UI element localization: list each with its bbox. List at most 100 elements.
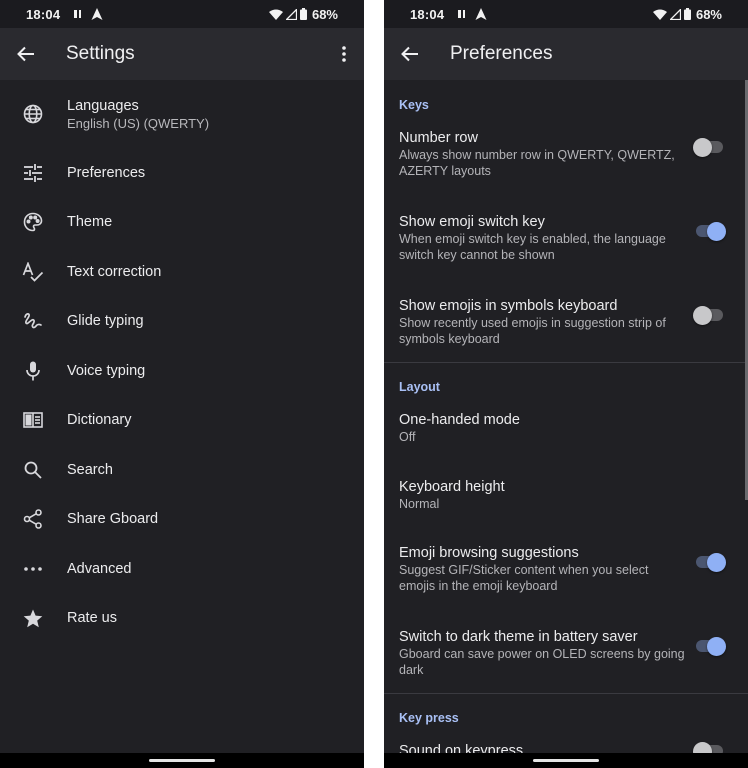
pref-summary: Normal — [399, 496, 440, 511]
number-row-toggle[interactable] — [693, 136, 723, 158]
settings-item-label: Rate us — [67, 610, 117, 627]
settings-item-label: Languages — [67, 97, 139, 114]
pause-icon — [74, 10, 82, 18]
settings-item-search[interactable]: Search — [0, 445, 364, 495]
settings-item-label: Advanced — [67, 560, 132, 577]
settings-item-rate-us[interactable]: Rate us — [0, 594, 364, 644]
page-title: Preferences — [450, 43, 553, 64]
pref-label: Sound on keypress — [399, 743, 524, 753]
section-divider — [384, 693, 748, 694]
spellcheck-icon — [21, 260, 45, 284]
wifi-icon — [268, 9, 283, 20]
navigation-arrow-icon — [475, 8, 487, 20]
pref-number-row[interactable]: Number row Always show number row in QWE… — [384, 130, 748, 179]
sound-on-keypress-toggle[interactable] — [693, 740, 723, 753]
pref-label: Number row — [399, 130, 478, 146]
settings-item-advanced[interactable]: Advanced — [0, 544, 364, 594]
pref-summary: Gboard can save power on OLED screens by… — [399, 647, 685, 677]
home-gesture-handle[interactable] — [149, 759, 215, 762]
more-options-button[interactable] — [324, 28, 364, 80]
settings-item-dictionary[interactable]: Dictionary — [0, 396, 364, 446]
status-bar: 18:04 68% — [384, 0, 748, 28]
settings-item-subtitle: English (US) (QWERTY) — [67, 115, 210, 131]
battery-icon — [683, 8, 691, 20]
more-horizontal-icon — [21, 557, 45, 581]
section-title-layout: Layout — [399, 380, 440, 394]
palette-icon — [21, 210, 45, 234]
section-title-key-press: Key press — [399, 711, 459, 725]
settings-item-label: Search — [67, 461, 113, 478]
emojis-in-symbols-toggle[interactable] — [693, 304, 723, 326]
gesture-icon — [21, 309, 45, 333]
settings-item-voice-typing[interactable]: Voice typing — [0, 346, 364, 396]
emoji-switch-key-toggle[interactable] — [693, 220, 726, 242]
settings-item-languages[interactable]: Languages English (US) (QWERTY) — [0, 80, 364, 148]
settings-item-label: Text correction — [67, 263, 162, 280]
pref-keyboard-height[interactable]: Keyboard height Normal — [384, 479, 748, 513]
settings-list: Languages English (US) (QWERTY) Preferen… — [0, 80, 364, 643]
pref-sound-on-keypress[interactable]: Sound on keypress — [384, 740, 748, 753]
pref-emoji-browsing-suggestions[interactable]: Emoji browsing suggestions Suggest GIF/S… — [384, 545, 748, 594]
pref-summary: Always show number row in QWERTY, QWERTZ… — [399, 148, 675, 178]
pref-summary: Off — [399, 430, 416, 444]
pref-one-handed-mode[interactable]: One-handed mode Off — [384, 412, 748, 446]
search-icon — [21, 458, 45, 482]
settings-item-label: Dictionary — [67, 412, 132, 429]
share-icon — [21, 507, 45, 531]
pref-label: Emoji browsing suggestions — [399, 545, 579, 561]
settings-item-label: Share Gboard — [67, 511, 159, 528]
system-navigation-bar — [384, 753, 748, 768]
wifi-icon — [652, 9, 667, 20]
settings-item-glide-typing[interactable]: Glide typing — [0, 297, 364, 347]
book-icon — [21, 408, 45, 432]
globe-icon — [21, 102, 45, 126]
status-time: 18:04 — [410, 6, 445, 22]
section-title-keys: Keys — [399, 98, 429, 112]
pref-label: Keyboard height — [399, 478, 505, 495]
pref-label: Switch to dark theme in battery saver — [399, 629, 638, 645]
system-navigation-bar — [0, 753, 364, 768]
settings-screen: 18:04 68% Settings Languages English (US… — [0, 0, 364, 768]
pref-label: Show emoji switch key — [399, 214, 545, 230]
pref-show-emoji-switch-key[interactable]: Show emoji switch key When emoji switch … — [384, 214, 748, 263]
app-bar: Settings — [0, 28, 364, 80]
cellular-signal-icon — [285, 8, 297, 20]
pref-label: One-handed mode — [399, 412, 520, 428]
navigation-arrow-icon — [91, 8, 103, 20]
battery-icon — [299, 8, 307, 20]
arrow-back-icon — [401, 46, 418, 62]
page-title: Settings — [66, 43, 135, 64]
microphone-icon — [21, 359, 45, 383]
preferences-screen: 18:04 68% Preferences Keys Number row Al… — [384, 0, 748, 768]
pref-dark-theme-battery-saver[interactable]: Switch to dark theme in battery saver Gb… — [384, 629, 748, 678]
star-icon — [21, 606, 45, 630]
pref-label: Show emojis in symbols keyboard — [399, 298, 618, 314]
settings-item-preferences[interactable]: Preferences — [0, 148, 364, 198]
back-button[interactable] — [384, 28, 436, 80]
pref-summary: Suggest GIF/Sticker content when you sel… — [399, 563, 649, 593]
pref-show-emojis-in-symbols[interactable]: Show emojis in symbols keyboard Show rec… — [384, 298, 748, 347]
settings-item-theme[interactable]: Theme — [0, 198, 364, 248]
emoji-browsing-suggestions-toggle[interactable] — [693, 551, 726, 573]
home-gesture-handle[interactable] — [533, 759, 599, 762]
tune-sliders-icon — [21, 161, 45, 185]
pref-summary: Show recently used emojis in suggestion … — [399, 316, 666, 346]
app-bar: Preferences — [384, 28, 748, 80]
settings-item-text-correction[interactable]: Text correction — [0, 247, 364, 297]
battery-percentage: 68% — [311, 6, 338, 22]
settings-item-label: Preferences — [67, 164, 146, 181]
status-time: 18:04 — [26, 6, 61, 22]
settings-item-share-gboard[interactable]: Share Gboard — [0, 495, 364, 545]
dark-theme-battery-saver-toggle[interactable] — [693, 635, 726, 657]
settings-item-label: Glide typing — [67, 313, 144, 330]
back-button[interactable] — [0, 28, 52, 80]
battery-percentage: 68% — [695, 6, 722, 22]
settings-item-label: Theme — [67, 214, 113, 231]
cellular-signal-icon — [669, 8, 681, 20]
arrow-back-icon — [17, 46, 34, 62]
more-vertical-icon — [342, 46, 346, 62]
pref-summary: When emoji switch key is enabled, the la… — [399, 232, 666, 262]
preferences-list: Keys Number row Always show number row i… — [384, 80, 748, 753]
section-divider — [384, 362, 748, 363]
pause-icon — [458, 10, 466, 18]
